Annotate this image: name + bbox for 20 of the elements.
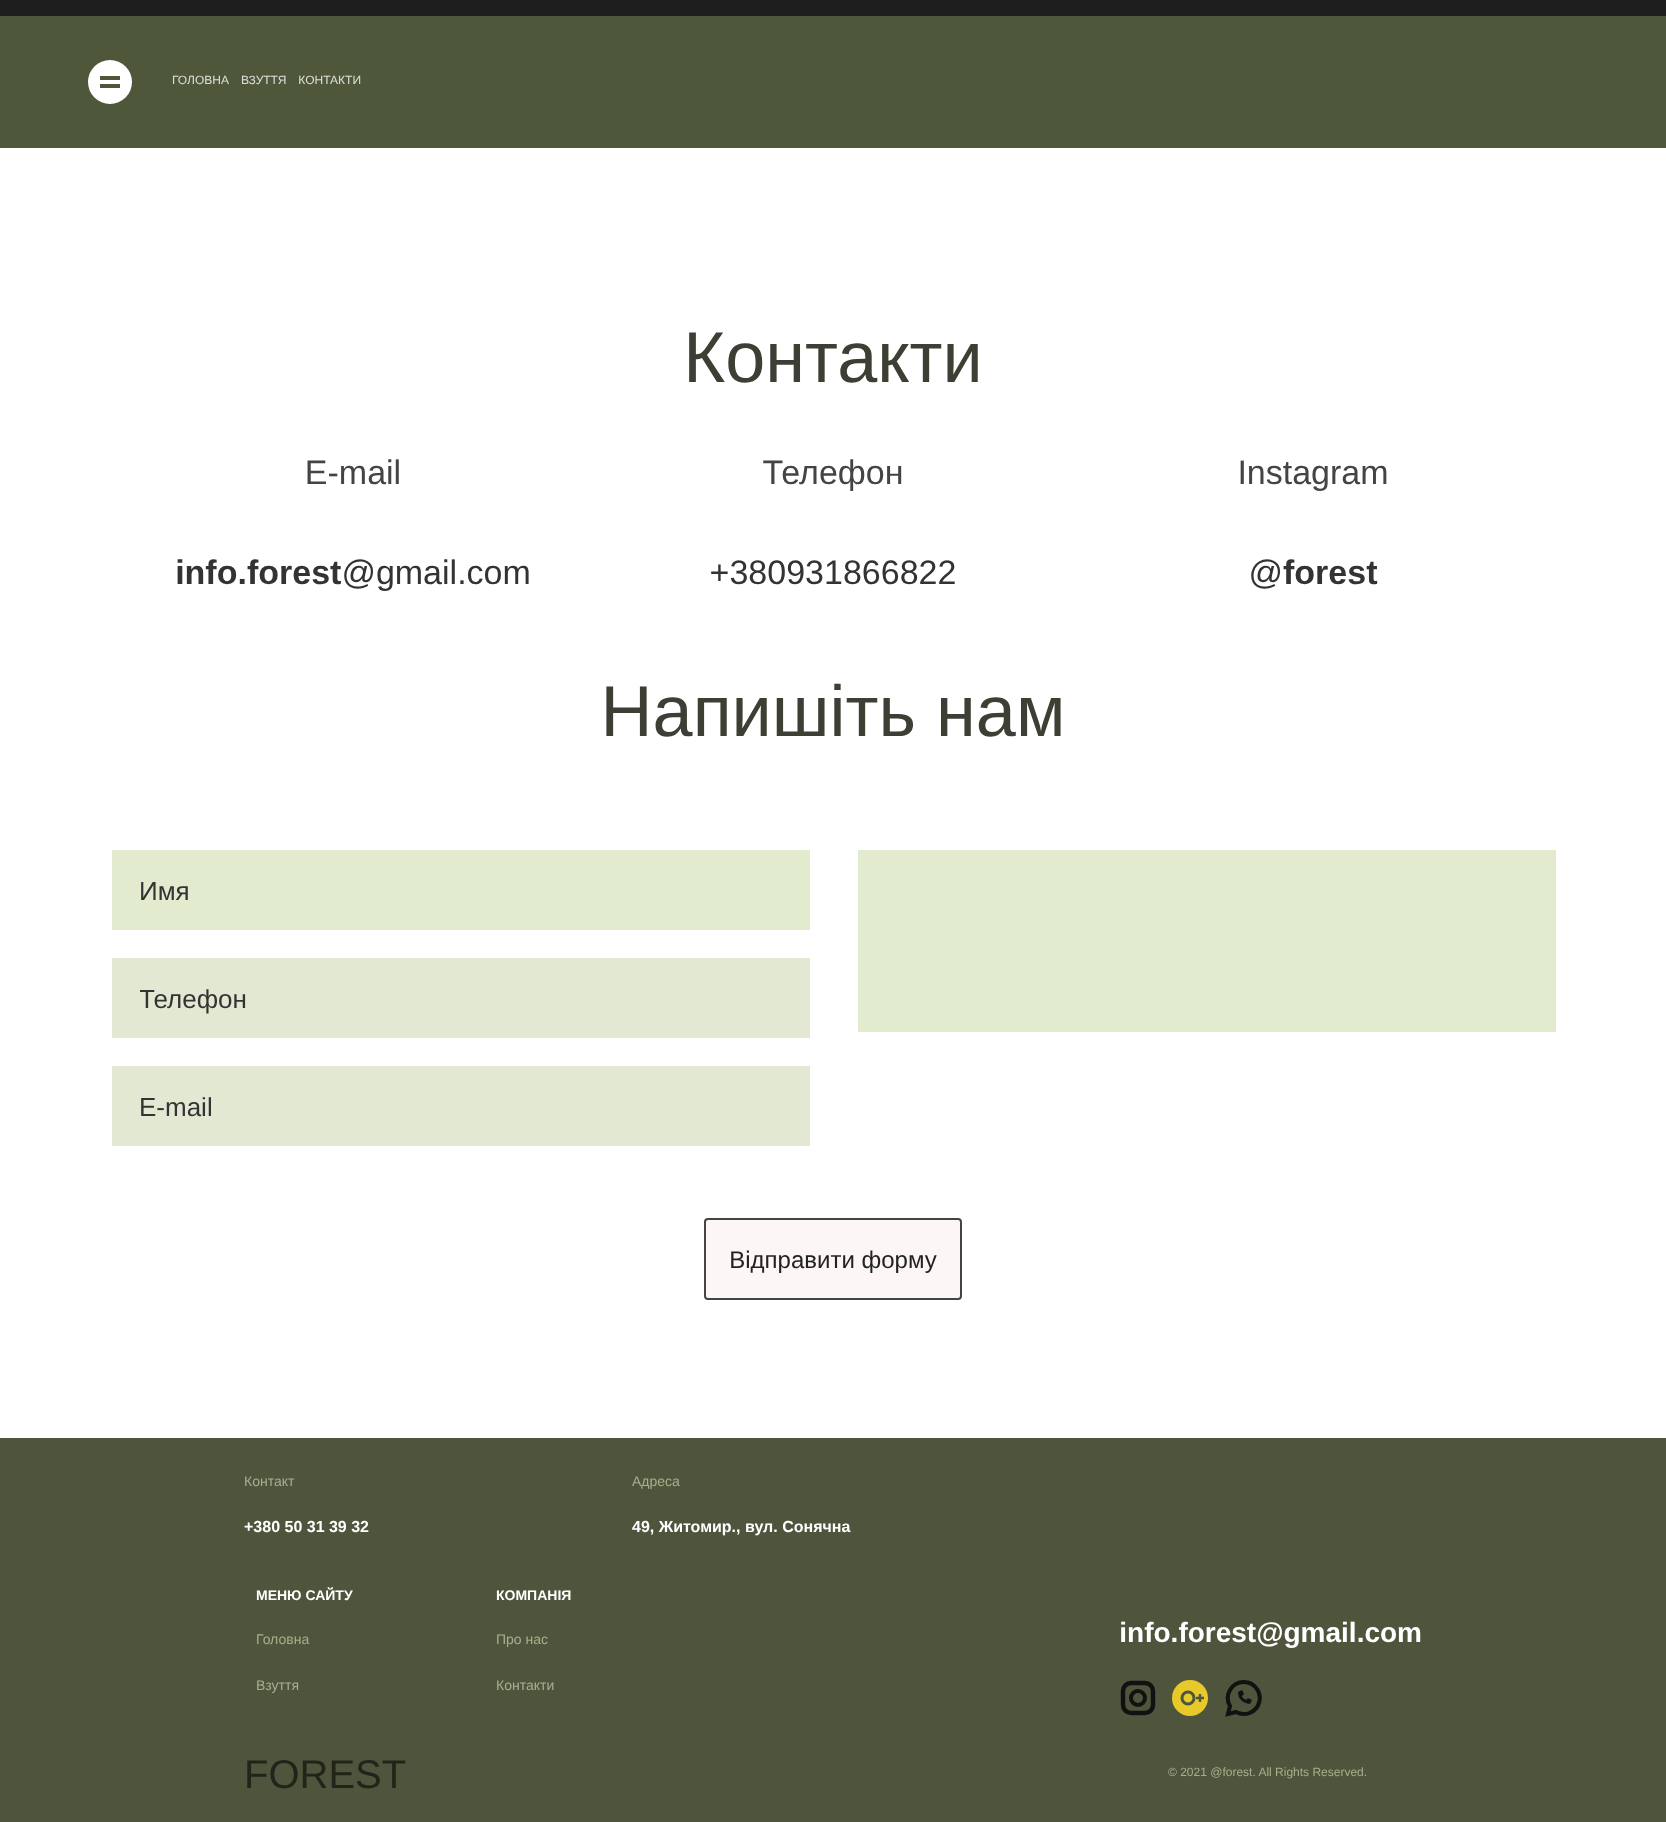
form-heading: Напишіть нам — [600, 668, 1066, 756]
whatsapp-icon[interactable] — [1223, 1677, 1264, 1717]
contacts-heading: Контакти — [683, 314, 983, 402]
contact-value: +380931866822 — [709, 551, 957, 595]
contact-value: @forest — [1248, 551, 1378, 595]
message-field[interactable] — [857, 850, 1555, 1032]
footer-address: 49, Житомир., вул. Сонячна — [632, 1515, 851, 1539]
contact-label: Instagram — [1237, 452, 1389, 496]
footer-email: info.forest@gmail.com — [1119, 1613, 1422, 1652]
contact-label: E-mail — [304, 452, 402, 496]
input-field[interactable]: Телефон — [111, 958, 809, 1038]
contact-value: info.forest@gmail.com — [175, 551, 531, 595]
input-field[interactable]: Имя — [111, 850, 809, 930]
input-field[interactable]: E-mail — [111, 1066, 809, 1146]
menu-icon[interactable] — [88, 60, 132, 104]
instagram-icon[interactable] — [1119, 1679, 1156, 1715]
submit-button[interactable]: Відправити форму — [703, 1218, 963, 1300]
google-plus-icon[interactable] — [1171, 1679, 1208, 1715]
contact-label: Телефон — [762, 452, 904, 496]
footer-phone: +380 50 31 39 32 — [244, 1515, 372, 1539]
